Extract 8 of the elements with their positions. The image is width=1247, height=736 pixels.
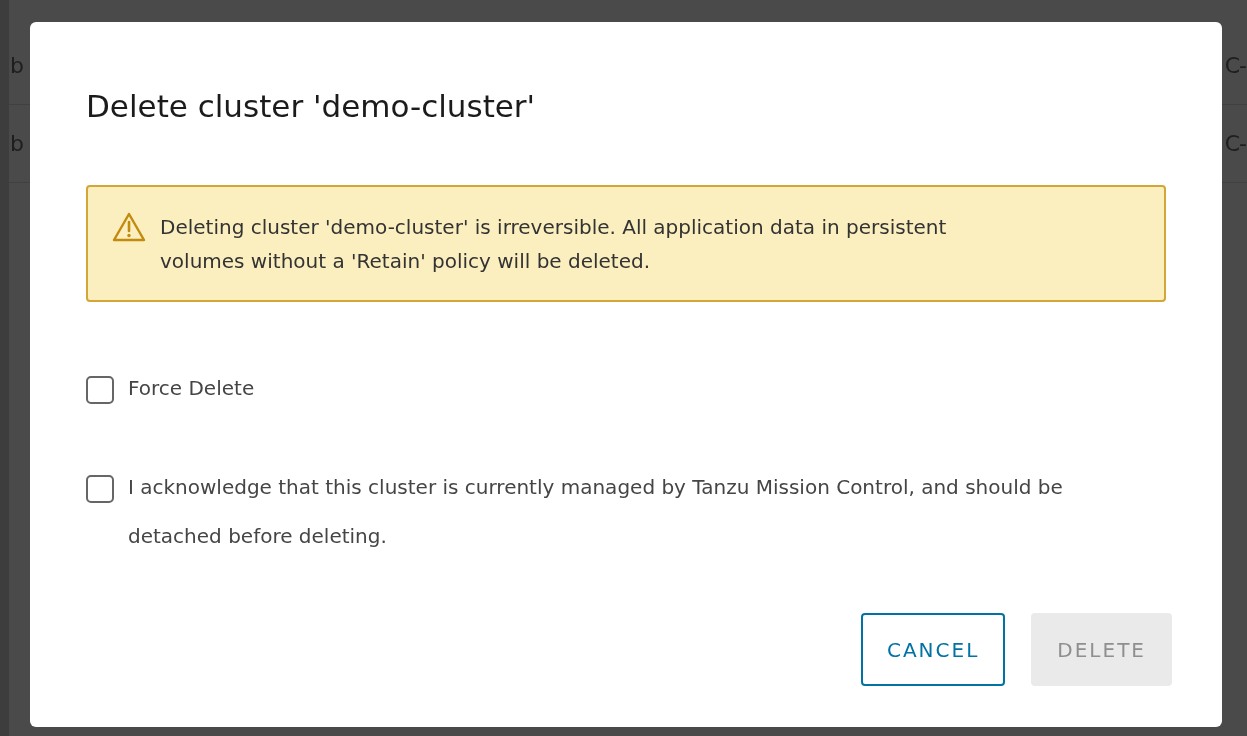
checkbox[interactable] <box>86 376 114 404</box>
checkbox[interactable] <box>86 475 114 503</box>
checkbox-label: Force Delete <box>128 375 256 402</box>
cancel-button[interactable]: CANCEL <box>860 613 1006 686</box>
checkbox-label: I acknowledge that this cluster is currently managed by Tanzu Mission Control, and should be detached before deleting. <box>128 474 1064 550</box>
warning-icon <box>112 212 146 242</box>
warning-message: Deleting cluster 'demo-cluster' is irreversible. All application data in persistent volumes without a 'Retain' policy will be deleted. <box>160 214 948 275</box>
dialog-title: Delete cluster 'demo-cluster' <box>86 88 537 124</box>
